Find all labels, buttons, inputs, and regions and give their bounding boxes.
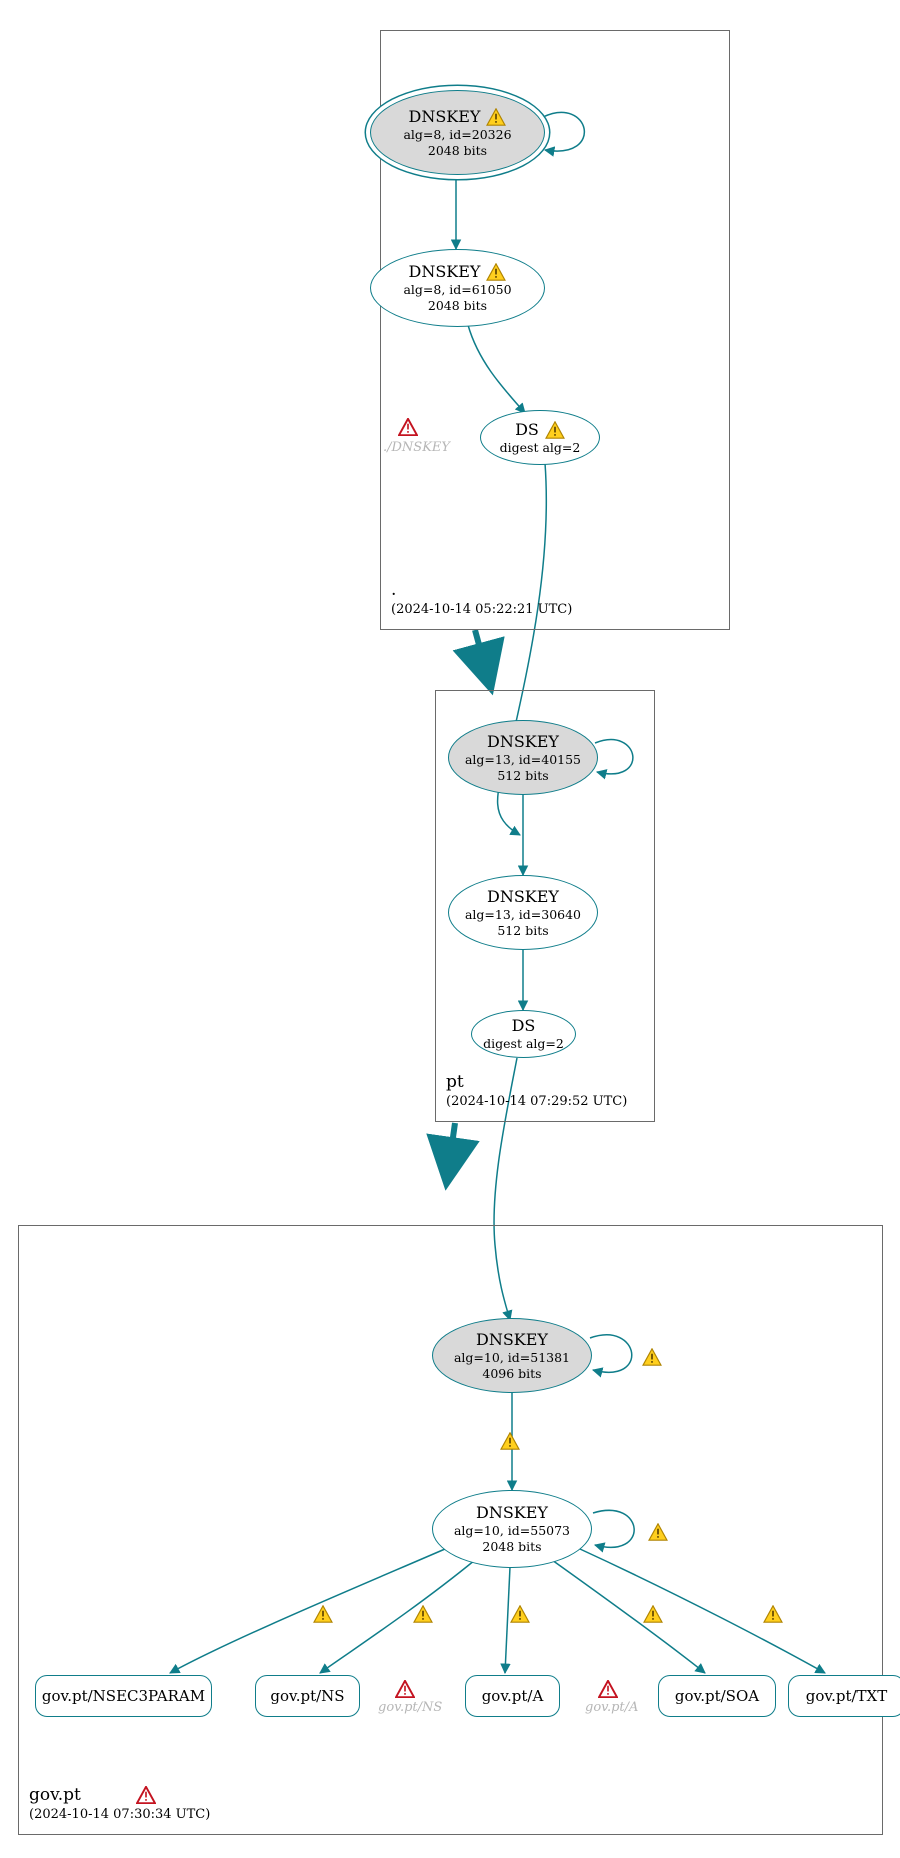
node-root-ksk-title: DNSKEY: [409, 107, 481, 127]
error-icon: [395, 1680, 415, 1698]
error-icon: [398, 418, 418, 436]
zone-root-name: .: [391, 579, 572, 602]
warning-icon: [486, 263, 506, 281]
node-pt-zsk-meta2: 512 bits: [497, 923, 548, 939]
node-gov-zsk-dnskey[interactable]: DNSKEY alg=10, id=55073 2048 bits: [432, 1490, 592, 1568]
rr-txt[interactable]: gov.pt/TXT: [788, 1675, 900, 1717]
rr-nsec3param[interactable]: gov.pt/NSEC3PARAM: [35, 1675, 212, 1717]
zone-root-label: . (2024-10-14 05:22:21 UTC): [391, 579, 572, 619]
node-root-ds[interactable]: DS digest alg=2: [480, 410, 600, 465]
warning-icon: [545, 421, 565, 439]
node-pt-ds-meta1: digest alg=2: [483, 1036, 564, 1052]
node-gov-zsk-meta1: alg=10, id=55073: [454, 1523, 570, 1539]
node-pt-ksk-dnskey[interactable]: DNSKEY alg=13, id=40155 512 bits: [448, 720, 598, 795]
rr-a-label: gov.pt/A: [482, 1687, 544, 1706]
node-root-zsk-meta1: alg=8, id=61050: [403, 282, 511, 298]
ghost-root-dnskey: ./DNSKEY: [383, 440, 450, 455]
node-root-ksk-meta2: 2048 bits: [428, 143, 487, 159]
node-pt-ksk-title: DNSKEY: [487, 732, 559, 752]
rr-ns-label: gov.pt/NS: [270, 1687, 344, 1706]
node-pt-zsk-dnskey[interactable]: DNSKEY alg=13, id=30640 512 bits: [448, 875, 598, 950]
node-pt-zsk-meta1: alg=13, id=30640: [465, 907, 581, 923]
node-pt-ksk-meta2: 512 bits: [497, 768, 548, 784]
node-root-ds-title: DS: [515, 420, 539, 440]
rr-nsec3param-label: gov.pt/NSEC3PARAM: [42, 1687, 205, 1706]
node-gov-ksk-meta2: 4096 bits: [482, 1366, 541, 1382]
rr-ns[interactable]: gov.pt/NS: [255, 1675, 360, 1717]
node-gov-zsk-title: DNSKEY: [476, 1503, 548, 1523]
error-icon: [136, 1786, 156, 1804]
warning-icon: [642, 1348, 662, 1366]
warning-icon: [500, 1432, 520, 1450]
ghost-gov-ns: gov.pt/NS: [378, 1700, 442, 1715]
node-gov-ksk-meta1: alg=10, id=51381: [454, 1350, 570, 1366]
node-pt-ds[interactable]: DS digest alg=2: [471, 1010, 576, 1058]
ghost-gov-a: gov.pt/A: [585, 1700, 638, 1715]
node-root-ds-meta1: digest alg=2: [500, 440, 581, 456]
zone-root-timestamp: (2024-10-14 05:22:21 UTC): [391, 601, 572, 619]
error-icon: [598, 1680, 618, 1698]
edge-zone-root-to-pt: [475, 630, 490, 685]
warning-icon: [643, 1605, 663, 1623]
warning-icon: [486, 108, 506, 126]
zone-pt-name: pt: [446, 1071, 627, 1094]
node-root-zsk-title: DNSKEY: [409, 262, 481, 282]
zone-pt-label: pt (2024-10-14 07:29:52 UTC): [446, 1071, 627, 1111]
node-root-ksk-dnskey[interactable]: DNSKEY alg=8, id=20326 2048 bits: [370, 90, 545, 175]
node-gov-zsk-meta2: 2048 bits: [482, 1539, 541, 1555]
warning-icon: [648, 1523, 668, 1541]
node-pt-zsk-title: DNSKEY: [487, 887, 559, 907]
zone-pt-timestamp: (2024-10-14 07:29:52 UTC): [446, 1093, 627, 1111]
node-pt-ksk-meta1: alg=13, id=40155: [465, 752, 581, 768]
node-gov-ksk-dnskey[interactable]: DNSKEY alg=10, id=51381 4096 bits: [432, 1318, 592, 1393]
zone-govpt-label: gov.pt (2024-10-14 07:30:34 UTC): [29, 1784, 210, 1824]
rr-txt-label: gov.pt/TXT: [806, 1687, 887, 1706]
node-pt-ds-title: DS: [512, 1016, 536, 1036]
warning-icon: [510, 1605, 530, 1623]
warning-icon: [763, 1605, 783, 1623]
zone-govpt-timestamp: (2024-10-14 07:30:34 UTC): [29, 1806, 210, 1824]
zone-govpt-name: gov.pt: [29, 1784, 81, 1807]
edge-zone-pt-to-govpt: [447, 1123, 455, 1180]
rr-a[interactable]: gov.pt/A: [465, 1675, 560, 1717]
node-root-zsk-meta2: 2048 bits: [428, 298, 487, 314]
warning-icon: [313, 1605, 333, 1623]
node-gov-ksk-title: DNSKEY: [476, 1330, 548, 1350]
rr-soa-label: gov.pt/SOA: [675, 1687, 759, 1706]
rr-soa[interactable]: gov.pt/SOA: [658, 1675, 776, 1717]
node-root-zsk-dnskey[interactable]: DNSKEY alg=8, id=61050 2048 bits: [370, 249, 545, 327]
warning-icon: [413, 1605, 433, 1623]
node-root-ksk-meta1: alg=8, id=20326: [403, 127, 511, 143]
